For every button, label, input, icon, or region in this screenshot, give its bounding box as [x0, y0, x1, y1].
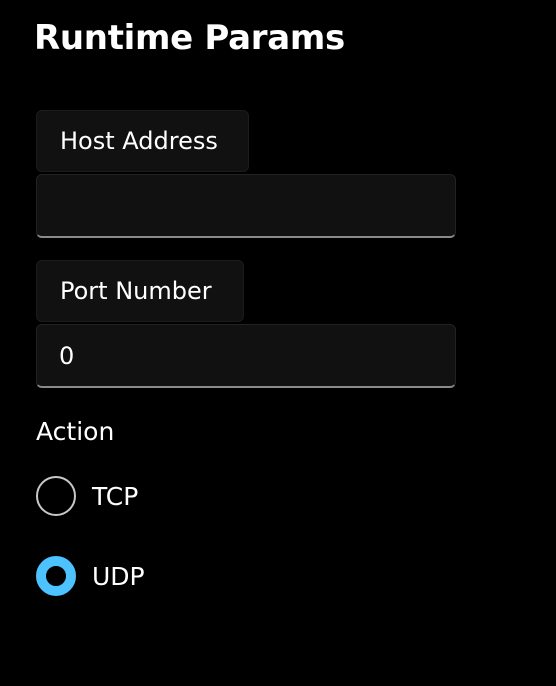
radio-checked-icon[interactable] — [36, 556, 76, 596]
radio-option-tcp[interactable]: TCP — [36, 476, 138, 516]
action-group-label: Action — [36, 417, 115, 446]
host-address-label: Host Address — [36, 110, 249, 172]
page-title: Runtime Params — [34, 18, 345, 58]
radio-label-tcp: TCP — [92, 481, 139, 511]
radio-option-udp[interactable]: UDP — [36, 556, 145, 596]
port-number-label: Port Number — [36, 260, 244, 322]
radio-unchecked-icon[interactable] — [36, 476, 76, 516]
host-address-input[interactable] — [36, 174, 456, 238]
port-number-input[interactable] — [36, 324, 456, 388]
radio-label-udp: UDP — [92, 561, 145, 591]
